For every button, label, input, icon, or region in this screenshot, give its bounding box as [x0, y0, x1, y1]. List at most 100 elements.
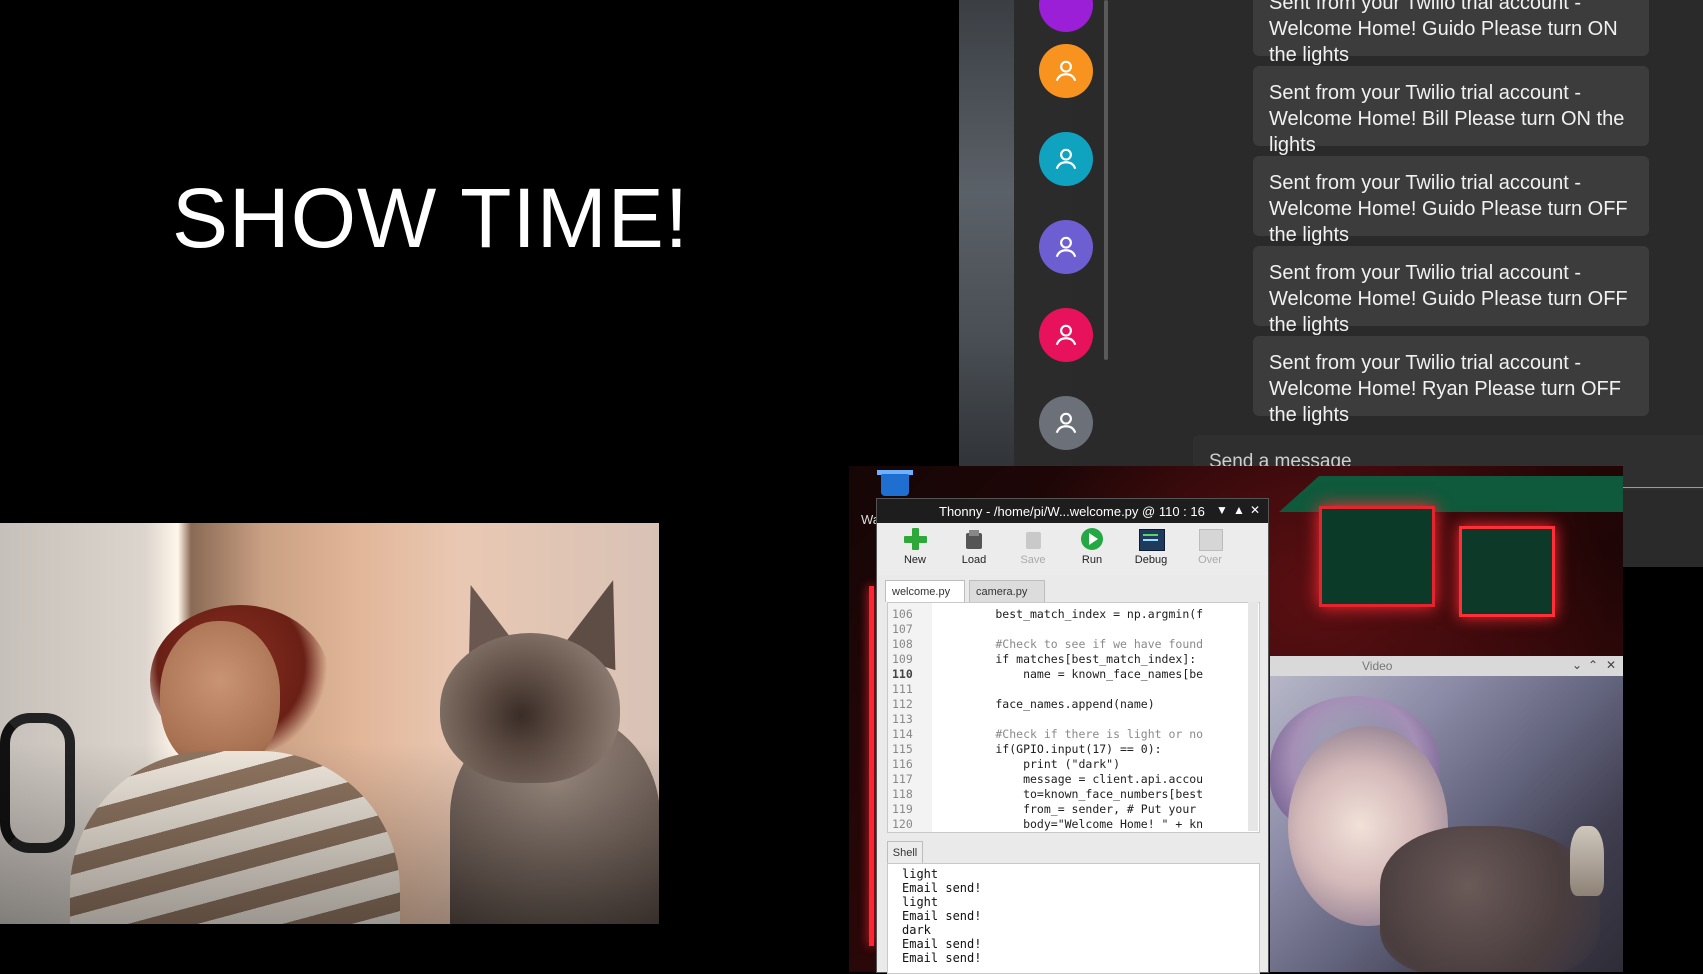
plus-icon	[903, 527, 927, 551]
contact-avatar-4[interactable]	[1039, 308, 1093, 362]
message-bubble: Sent from your Twilio trial account - We…	[1253, 336, 1649, 426]
window-title: Thonny - /home/pi/W...welcome.py @ 110 :…	[939, 504, 1205, 519]
video-title: Video	[1362, 659, 1393, 673]
message-bubble: Sent from your Twilio trial account - We…	[1253, 0, 1649, 66]
shell-line: Email send!	[902, 937, 982, 951]
line-number: 114	[892, 727, 913, 741]
step-over-button[interactable]: Over	[1185, 527, 1235, 566]
editor-tabs: welcome.py ✖ camera.py ✖	[885, 580, 1260, 620]
user-icon	[1055, 324, 1077, 346]
line-number: 118	[892, 787, 913, 801]
debug-label: Debug	[1134, 554, 1168, 566]
line-number: 107	[892, 622, 913, 636]
code-line: message = client.api.accou	[940, 772, 1204, 786]
shell-line: light	[902, 867, 939, 881]
shell-line: Email send!	[902, 909, 982, 923]
line-number: 106	[892, 607, 913, 621]
debug-icon	[1139, 527, 1165, 551]
thonny-toolbar: New Load Save Run Debug Over	[877, 523, 1268, 575]
shell-line: Email send!	[902, 881, 982, 895]
shell-line: dark	[902, 923, 931, 937]
contact-avatar-2[interactable]	[1039, 132, 1093, 186]
tab-label: welcome.py	[892, 586, 951, 598]
save-icon	[1021, 527, 1045, 551]
line-number: 115	[892, 742, 913, 756]
contact-scrollbar[interactable]	[1104, 0, 1108, 360]
line-number: 120	[892, 817, 913, 831]
code-line: to=known_face_numbers[best	[940, 787, 1204, 801]
load-button[interactable]: Load	[949, 527, 999, 566]
tab-welcome-py[interactable]: welcome.py ✖	[885, 580, 965, 620]
maximize-icon[interactable]: ⌃	[1588, 658, 1598, 672]
app-side-strip	[959, 0, 1014, 480]
close-icon[interactable]: ✕	[1250, 503, 1260, 517]
tab-label: camera.py	[976, 586, 1028, 598]
contact-avatar-3[interactable]	[1039, 220, 1093, 274]
code-line: face_names.append(name)	[940, 697, 1155, 711]
user-icon	[1055, 60, 1077, 82]
line-number: 109	[892, 652, 913, 666]
user-icon	[1055, 148, 1077, 170]
wallpaper-neon-sign	[1319, 506, 1435, 607]
shell-line: Email send!	[902, 951, 982, 965]
contact-avatar-5[interactable]	[1039, 396, 1093, 450]
shell-console[interactable]: light Email send! light Email send! dark…	[887, 863, 1260, 974]
line-number: 111	[892, 682, 913, 696]
run-label: Run	[1081, 554, 1103, 566]
shell-line: light	[902, 895, 939, 909]
save-button[interactable]: Save	[1008, 527, 1058, 566]
step-over-icon	[1198, 527, 1223, 551]
run-button[interactable]: Run	[1067, 527, 1117, 566]
camera-frame	[1270, 676, 1623, 972]
wallpaper-neon-stripe	[869, 586, 874, 946]
load-label: Load	[961, 554, 987, 566]
line-number: 119	[892, 802, 913, 816]
maximize-icon[interactable]: ▲	[1233, 503, 1245, 517]
save-label: Save	[1020, 554, 1046, 566]
figurine	[1570, 826, 1604, 896]
line-number: 117	[892, 772, 913, 786]
new-button[interactable]: New	[890, 527, 940, 566]
user-icon	[1055, 236, 1077, 258]
debug-button[interactable]: Debug	[1126, 527, 1176, 566]
message-bubble: Sent from your Twilio trial account - We…	[1253, 246, 1649, 336]
close-icon[interactable]: ✕	[1606, 658, 1616, 672]
webcam-feed	[0, 523, 659, 924]
video-titlebar[interactable]: Video ⌄ ⌃ ✕	[1270, 656, 1623, 676]
video-window: Video ⌄ ⌃ ✕	[1270, 656, 1623, 972]
shell-tab[interactable]: Shell	[887, 841, 923, 864]
line-number: 112	[892, 697, 913, 711]
line-number: 108	[892, 637, 913, 651]
thonny-window: Thonny - /home/pi/W...welcome.py @ 110 :…	[877, 499, 1268, 974]
slide-title: SHOW TIME!	[172, 171, 690, 265]
line-number-current: 110	[892, 667, 913, 681]
code-line: best_match_index = np.argmin(f	[940, 607, 1204, 621]
message-bubble: Sent from your Twilio trial account - We…	[1253, 156, 1649, 246]
webcam-shading	[0, 523, 659, 924]
code-line-comment: #Check to see if we have found	[940, 637, 1204, 651]
folder-icon	[962, 527, 986, 551]
code-line: if(GPIO.input(17) == 0):	[940, 742, 1162, 756]
code-line: body="Welcome Home! " + kn	[940, 817, 1204, 831]
user-icon	[1055, 412, 1077, 434]
trash-icon[interactable]	[881, 474, 909, 496]
line-number: 116	[892, 757, 913, 771]
over-label: Over	[1198, 554, 1222, 566]
subject-hand	[1380, 826, 1600, 972]
line-number: 113	[892, 712, 913, 726]
play-icon	[1080, 527, 1104, 551]
thonny-titlebar[interactable]: Thonny - /home/pi/W...welcome.py @ 110 :…	[877, 499, 1268, 523]
code-line: from_= sender, # Put your	[940, 802, 1197, 816]
message-bubble: Sent from your Twilio trial account - We…	[1253, 66, 1649, 156]
minimize-icon[interactable]: ⌄	[1572, 658, 1582, 672]
contact-avatar-1[interactable]	[1039, 44, 1093, 98]
tab-camera-py[interactable]: camera.py ✖	[969, 580, 1045, 620]
code-line: if matches[best_match_index]:	[940, 652, 1197, 666]
wallpaper-neon-sign	[1459, 526, 1555, 617]
new-label: New	[903, 554, 926, 566]
minimize-icon[interactable]: ▼	[1216, 503, 1228, 517]
code-line: print ("dark")	[940, 757, 1121, 771]
code-line: name = known_face_names[be	[940, 667, 1204, 681]
editor-scrollbar[interactable]	[1248, 602, 1258, 831]
code-editor[interactable]: 106 107 108 109 110 111 112 113 114 115 …	[887, 602, 1260, 833]
